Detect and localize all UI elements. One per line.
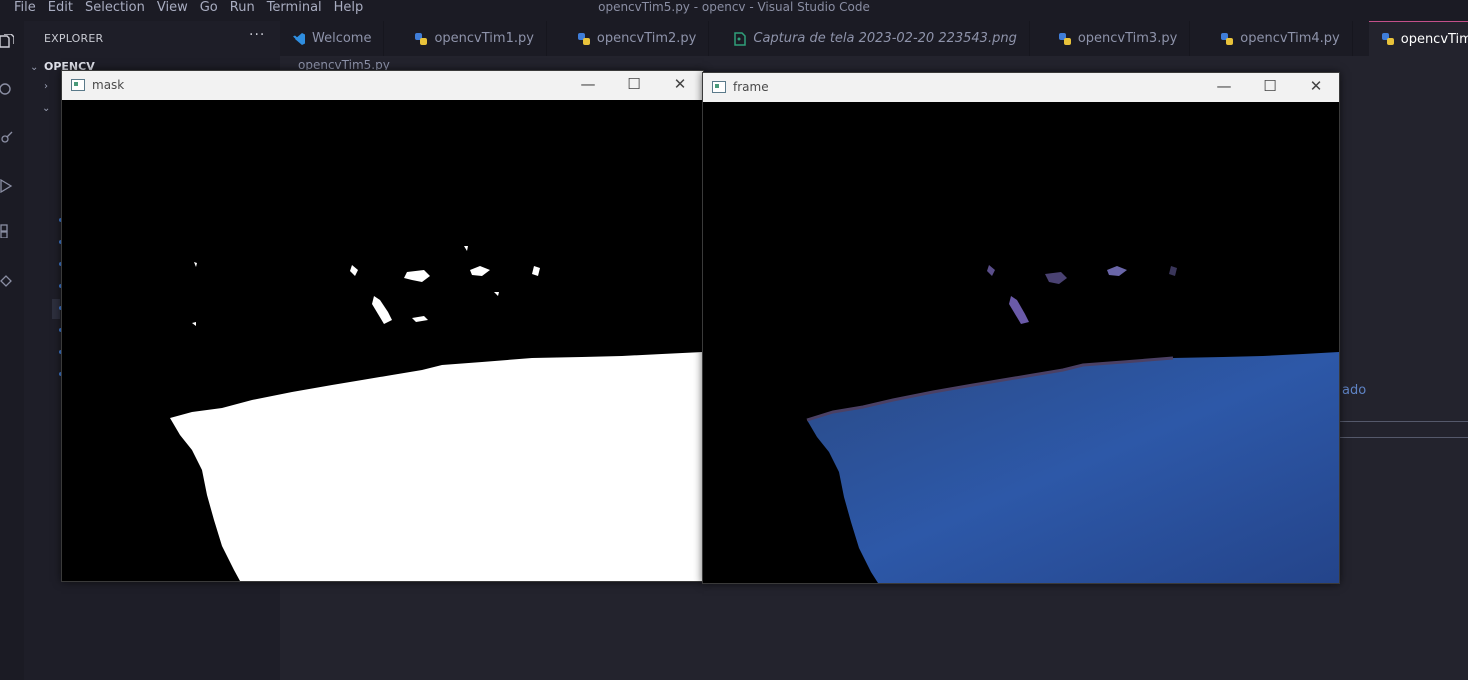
python-icon [415, 32, 428, 45]
window-app-icon [712, 81, 726, 93]
tab-opencvtim3[interactable]: opencvTim3.py [1030, 21, 1191, 56]
activity-bar [0, 21, 24, 680]
editor-tabs: Welcome opencvTim1.py opencvTim2.py Capt… [280, 21, 1468, 56]
tab-label: opencvTim4.py [1240, 31, 1340, 46]
menu-help[interactable]: Help [328, 0, 370, 15]
frame-window[interactable]: frame — ☐ ✕ [702, 72, 1340, 584]
menu-go[interactable]: Go [194, 0, 224, 15]
image-file-icon [734, 31, 747, 46]
tab-opencvtim2[interactable]: opencvTim2.py [547, 21, 710, 56]
tab-label: opencvTim3.py [1077, 31, 1178, 46]
tab-captura[interactable]: Captura de tela 2023-02-20 223543.png [709, 21, 1030, 56]
minimize-icon[interactable]: — [1201, 73, 1247, 102]
frame-image [703, 102, 1339, 583]
window-app-icon [71, 79, 85, 91]
minimize-icon[interactable]: — [565, 71, 611, 100]
run-debug-icon[interactable] [0, 179, 14, 193]
frame-window-title: frame [733, 80, 769, 94]
frame-titlebar[interactable]: frame — ☐ ✕ [703, 73, 1339, 102]
tab-opencvtim1[interactable]: opencvTim1.py [384, 21, 547, 56]
menu-file[interactable]: File [8, 0, 42, 15]
chevron-down-icon[interactable]: ⌄ [30, 62, 38, 73]
explorer-title: EXPLORER [44, 32, 104, 45]
python-icon [1381, 33, 1394, 45]
mask-titlebar[interactable]: mask — ☐ ✕ [62, 71, 703, 100]
remote-explorer-icon[interactable] [0, 274, 14, 288]
close-icon[interactable]: ✕ [1293, 73, 1339, 102]
mask-image [62, 100, 703, 581]
menu-terminal[interactable]: Terminal [261, 0, 328, 15]
python-icon [1221, 32, 1234, 45]
title-bar: opencvTim5.py - opencv - Visual Studio C… [0, 0, 1468, 21]
tab-label: opencvTim5.py [1400, 31, 1468, 47]
mask-window[interactable]: mask — ☐ ✕ [61, 70, 704, 582]
divider [1340, 437, 1468, 438]
python-icon [1058, 32, 1071, 45]
tab-opencvtim5[interactable]: opencvTim5.py ✕ [1368, 21, 1468, 56]
menu-edit[interactable]: Edit [42, 0, 79, 15]
more-actions-icon[interactable]: ··· [249, 27, 265, 43]
python-icon [577, 32, 590, 45]
menu-bar: File Edit Selection View Go Run Terminal… [8, 0, 369, 15]
chevron-right-icon[interactable]: › [44, 81, 48, 92]
tab-label: opencvTim1.py [434, 31, 534, 46]
tab-label: Welcome [312, 31, 372, 46]
explorer-icon[interactable] [0, 34, 14, 48]
vscode-logo-icon [293, 32, 305, 45]
source-control-icon[interactable] [0, 131, 14, 145]
menu-selection[interactable]: Selection [79, 0, 151, 15]
tab-welcome[interactable]: Welcome [280, 21, 385, 56]
search-icon[interactable] [0, 82, 14, 96]
menu-view[interactable]: View [151, 0, 194, 15]
mask-window-title: mask [92, 78, 125, 92]
tab-opencvtim4[interactable]: opencvTim4.py [1190, 21, 1353, 56]
maximize-icon[interactable]: ☐ [611, 71, 657, 100]
menu-run[interactable]: Run [224, 0, 261, 15]
tab-label: opencvTim2.py [596, 31, 697, 46]
close-icon[interactable]: ✕ [657, 71, 703, 100]
maximize-icon[interactable]: ☐ [1247, 73, 1293, 102]
extensions-icon[interactable] [0, 224, 14, 238]
divider [1340, 421, 1468, 422]
tab-label: Captura de tela 2023-02-20 223543.png [753, 31, 1017, 46]
editor-partial-text: ado [1342, 383, 1367, 398]
chevron-down-icon[interactable]: ⌄ [42, 103, 50, 114]
